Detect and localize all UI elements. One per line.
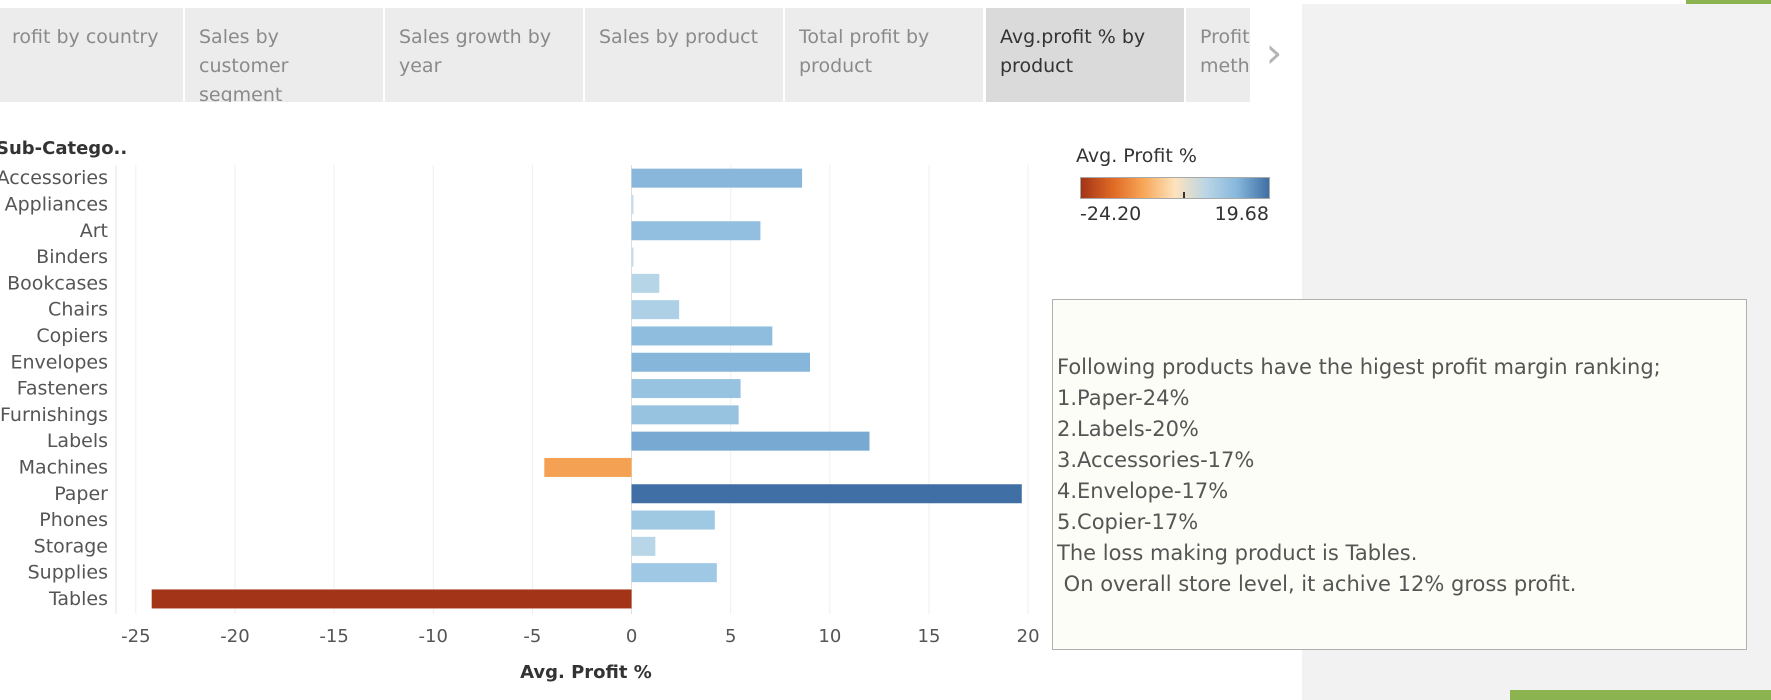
category-label: Chairs [48, 299, 108, 321]
category-label: Phones [39, 509, 108, 531]
legend-zero-marker [1183, 192, 1185, 198]
legend-min-label: -24.20 [1080, 203, 1142, 225]
bar-envelopes [631, 352, 811, 372]
x-tick-label: -5 [523, 626, 541, 647]
legend-max-label: 19.68 [1214, 203, 1269, 225]
bar-chart: Sub-Catego.. Accessories Appliances Art Bind… [0, 138, 1040, 683]
bar-machines [544, 457, 632, 477]
legend-title: Avg. Profit % [1076, 145, 1197, 167]
bar-bookcases [631, 273, 660, 293]
bar-chairs [631, 300, 680, 320]
bar-binders [631, 247, 634, 267]
annotation-line: 2.Labels-20% [1057, 417, 1199, 441]
category-label: Supplies [28, 562, 108, 584]
category-label: Labels [47, 430, 108, 452]
bar-paper [631, 484, 1022, 504]
x-tick-label: 0 [626, 626, 637, 647]
annotation-line: 1.Paper-24% [1057, 386, 1190, 410]
bar-fasteners [631, 379, 741, 399]
annotation-textbox: Following products have the higest profi… [1052, 299, 1747, 650]
x-tick-label: -15 [319, 626, 348, 647]
category-label: Envelopes [10, 351, 108, 373]
row-header-label: Sub-Catego.. [0, 138, 127, 159]
category-label: Machines [19, 456, 108, 478]
x-tick-label: 10 [818, 626, 841, 647]
bar-supplies [631, 563, 717, 583]
decorative-strip [1686, 0, 1771, 4]
category-label: Appliances [5, 193, 108, 215]
bar-art [631, 221, 761, 241]
x-axis-title: Avg. Profit % [520, 662, 652, 683]
bar-appliances [631, 194, 634, 214]
category-label: Binders [36, 246, 108, 268]
category-label: Fasteners [17, 378, 108, 400]
annotation-line: On overall store level, it achive 12% gr… [1057, 572, 1577, 596]
category-label: Storage [34, 535, 108, 557]
annotation-line: The loss making product is Tables. [1057, 541, 1418, 565]
bar-storage [631, 536, 656, 556]
category-label: Accessories [0, 167, 108, 189]
category-label: Paper [54, 483, 108, 505]
annotation-line: 5.Copier-17% [1057, 510, 1199, 534]
x-tick-label: 5 [725, 626, 736, 647]
bar-accessories [631, 168, 803, 188]
bar-phones [631, 510, 715, 530]
decorative-strip [1510, 690, 1771, 700]
x-tick-label: -25 [121, 626, 150, 647]
bar-copiers [631, 326, 773, 346]
x-tick-label: 15 [918, 626, 941, 647]
category-label: Tables [48, 588, 108, 610]
legend-color-ramp [1080, 177, 1270, 199]
bar-tables [151, 589, 632, 609]
category-label: Bookcases [7, 272, 108, 294]
tab-6[interactable]: Profit meth [1186, 8, 1250, 102]
annotation-line: 3.Accessories-17% [1057, 448, 1255, 472]
bar-furnishings [631, 405, 739, 425]
x-tick-label: -10 [419, 626, 448, 647]
annotation-line: Following products have the higest profi… [1057, 355, 1661, 379]
x-tick-label: -20 [220, 626, 249, 647]
chevron-right-icon[interactable]: › [1256, 28, 1292, 78]
x-tick-label: 20 [1017, 626, 1040, 647]
category-label: Furnishings [0, 404, 108, 426]
category-label: Art [80, 220, 108, 242]
bar-labels [631, 431, 870, 451]
category-label: Copiers [36, 325, 108, 347]
annotation-line: 4.Envelope-17% [1057, 479, 1229, 503]
